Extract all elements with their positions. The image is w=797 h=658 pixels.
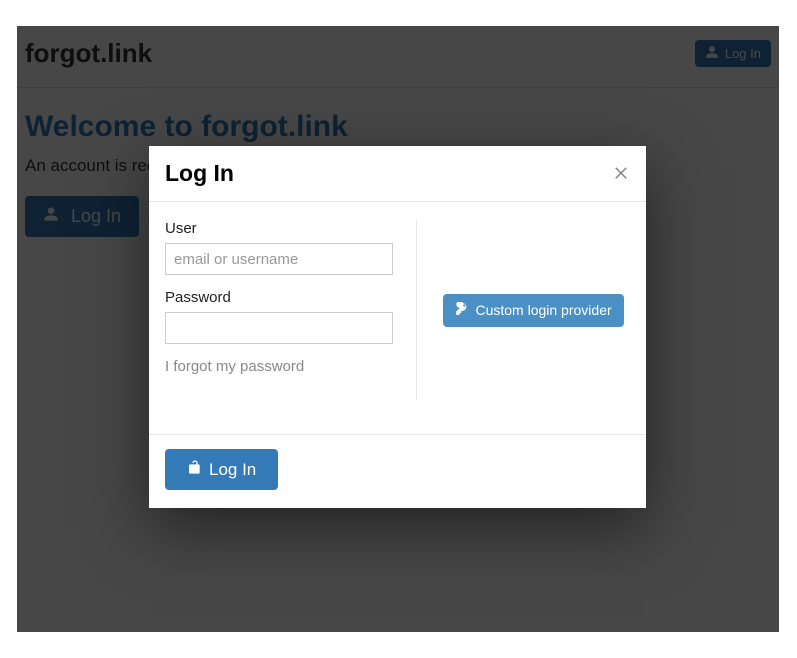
login-submit-button[interactable]: Log In [165, 449, 278, 490]
user-label: User [165, 220, 396, 237]
modal-header: Log In [149, 146, 646, 202]
custom-login-provider-label: Custom login provider [475, 302, 611, 318]
modal-body: User Password I forgot my password Custo… [149, 202, 646, 434]
password-label: Password [165, 289, 396, 306]
user-input[interactable] [165, 243, 393, 275]
login-form-column: User Password I forgot my password [165, 220, 416, 400]
close-icon [612, 169, 630, 184]
close-button[interactable] [612, 163, 630, 183]
custom-login-provider-button[interactable]: Custom login provider [443, 294, 623, 327]
modal-title: Log In [165, 160, 234, 187]
password-input[interactable] [165, 312, 393, 344]
modal-footer: Log In [149, 434, 646, 508]
provider-column: Custom login provider [416, 220, 630, 400]
login-modal: Log In User Password I forgot my passwor… [149, 146, 646, 508]
forgot-password-link[interactable]: I forgot my password [165, 358, 304, 375]
key-icon [455, 302, 469, 319]
login-submit-label: Log In [209, 460, 256, 480]
unlock-icon [187, 459, 203, 480]
